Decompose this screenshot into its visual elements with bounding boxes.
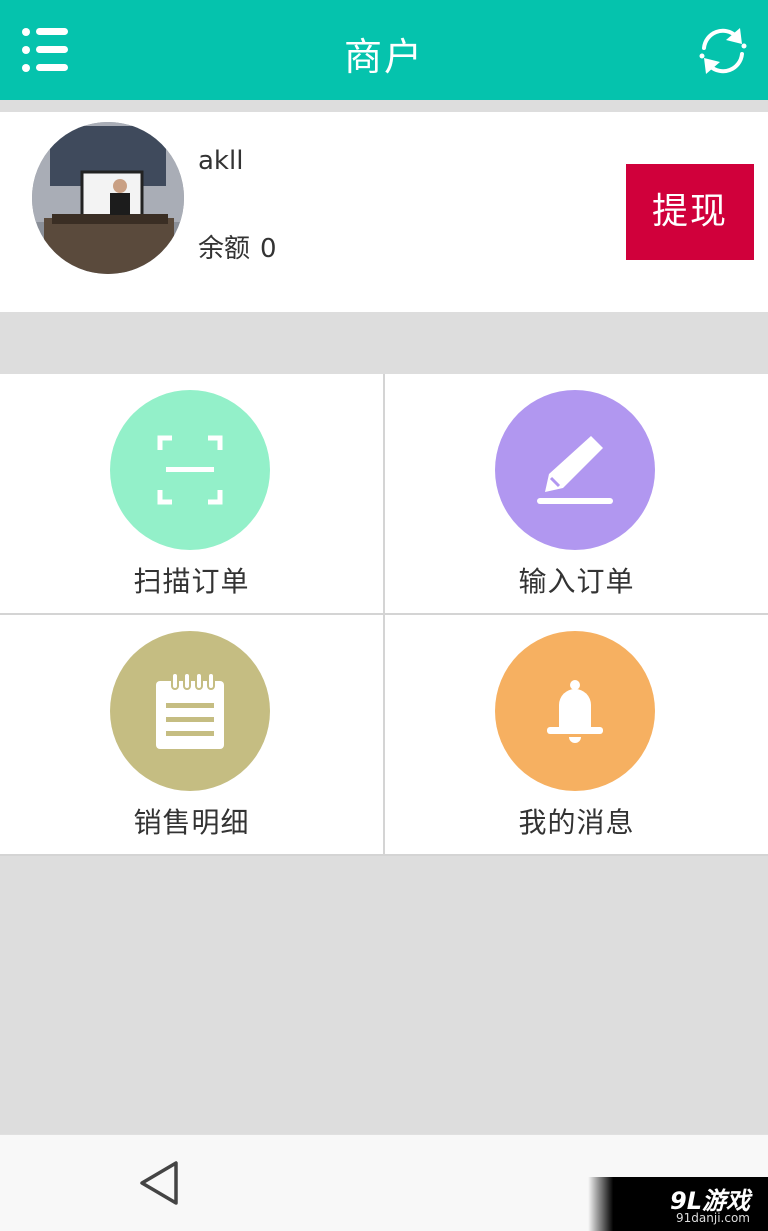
notepad-icon-circle bbox=[110, 631, 270, 791]
withdraw-button[interactable]: 提现 bbox=[626, 164, 754, 260]
sales-detail-tile[interactable]: 销售明细 bbox=[0, 615, 383, 854]
refresh-icon bbox=[699, 28, 747, 74]
pencil-icon-circle bbox=[495, 390, 655, 550]
profile-card: akll 余额 0 提现 bbox=[0, 112, 768, 312]
action-grid: 扫描订单 输入订单 销售明细 我的消息 bbox=[0, 374, 768, 856]
app-header: 商户 bbox=[0, 0, 768, 100]
refresh-button[interactable] bbox=[696, 24, 750, 78]
bell-icon-circle bbox=[495, 631, 655, 791]
balance-value: 0 bbox=[260, 234, 277, 264]
back-triangle-icon bbox=[140, 1161, 178, 1205]
back-button[interactable] bbox=[138, 1159, 182, 1207]
scan-icon-circle bbox=[110, 390, 270, 550]
balance-row: 余额 0 bbox=[198, 228, 277, 265]
notepad-icon bbox=[156, 672, 224, 749]
system-navbar: 9L游戏 91danji.com bbox=[0, 1134, 768, 1231]
scan-order-label: 扫描订单 bbox=[133, 565, 250, 598]
input-order-label: 输入订单 bbox=[518, 565, 635, 598]
input-order-tile[interactable]: 输入订单 bbox=[385, 374, 768, 613]
watermark: 9L游戏 91danji.com bbox=[588, 1177, 768, 1231]
pencil-icon bbox=[537, 436, 613, 504]
page-title: 商户 bbox=[343, 35, 424, 79]
avatar[interactable] bbox=[32, 122, 184, 274]
watermark-url: 91danji.com bbox=[676, 1211, 750, 1225]
scan-icon bbox=[157, 435, 223, 505]
scan-order-tile[interactable]: 扫描订单 bbox=[0, 374, 383, 613]
avatar-photo bbox=[32, 122, 184, 274]
balance-label: 余额 bbox=[198, 234, 251, 264]
my-messages-label: 我的消息 bbox=[518, 806, 635, 839]
sales-detail-label: 销售明细 bbox=[133, 806, 250, 839]
username: akll bbox=[198, 146, 244, 176]
bell-icon bbox=[547, 680, 603, 743]
my-messages-tile[interactable]: 我的消息 bbox=[385, 615, 768, 854]
